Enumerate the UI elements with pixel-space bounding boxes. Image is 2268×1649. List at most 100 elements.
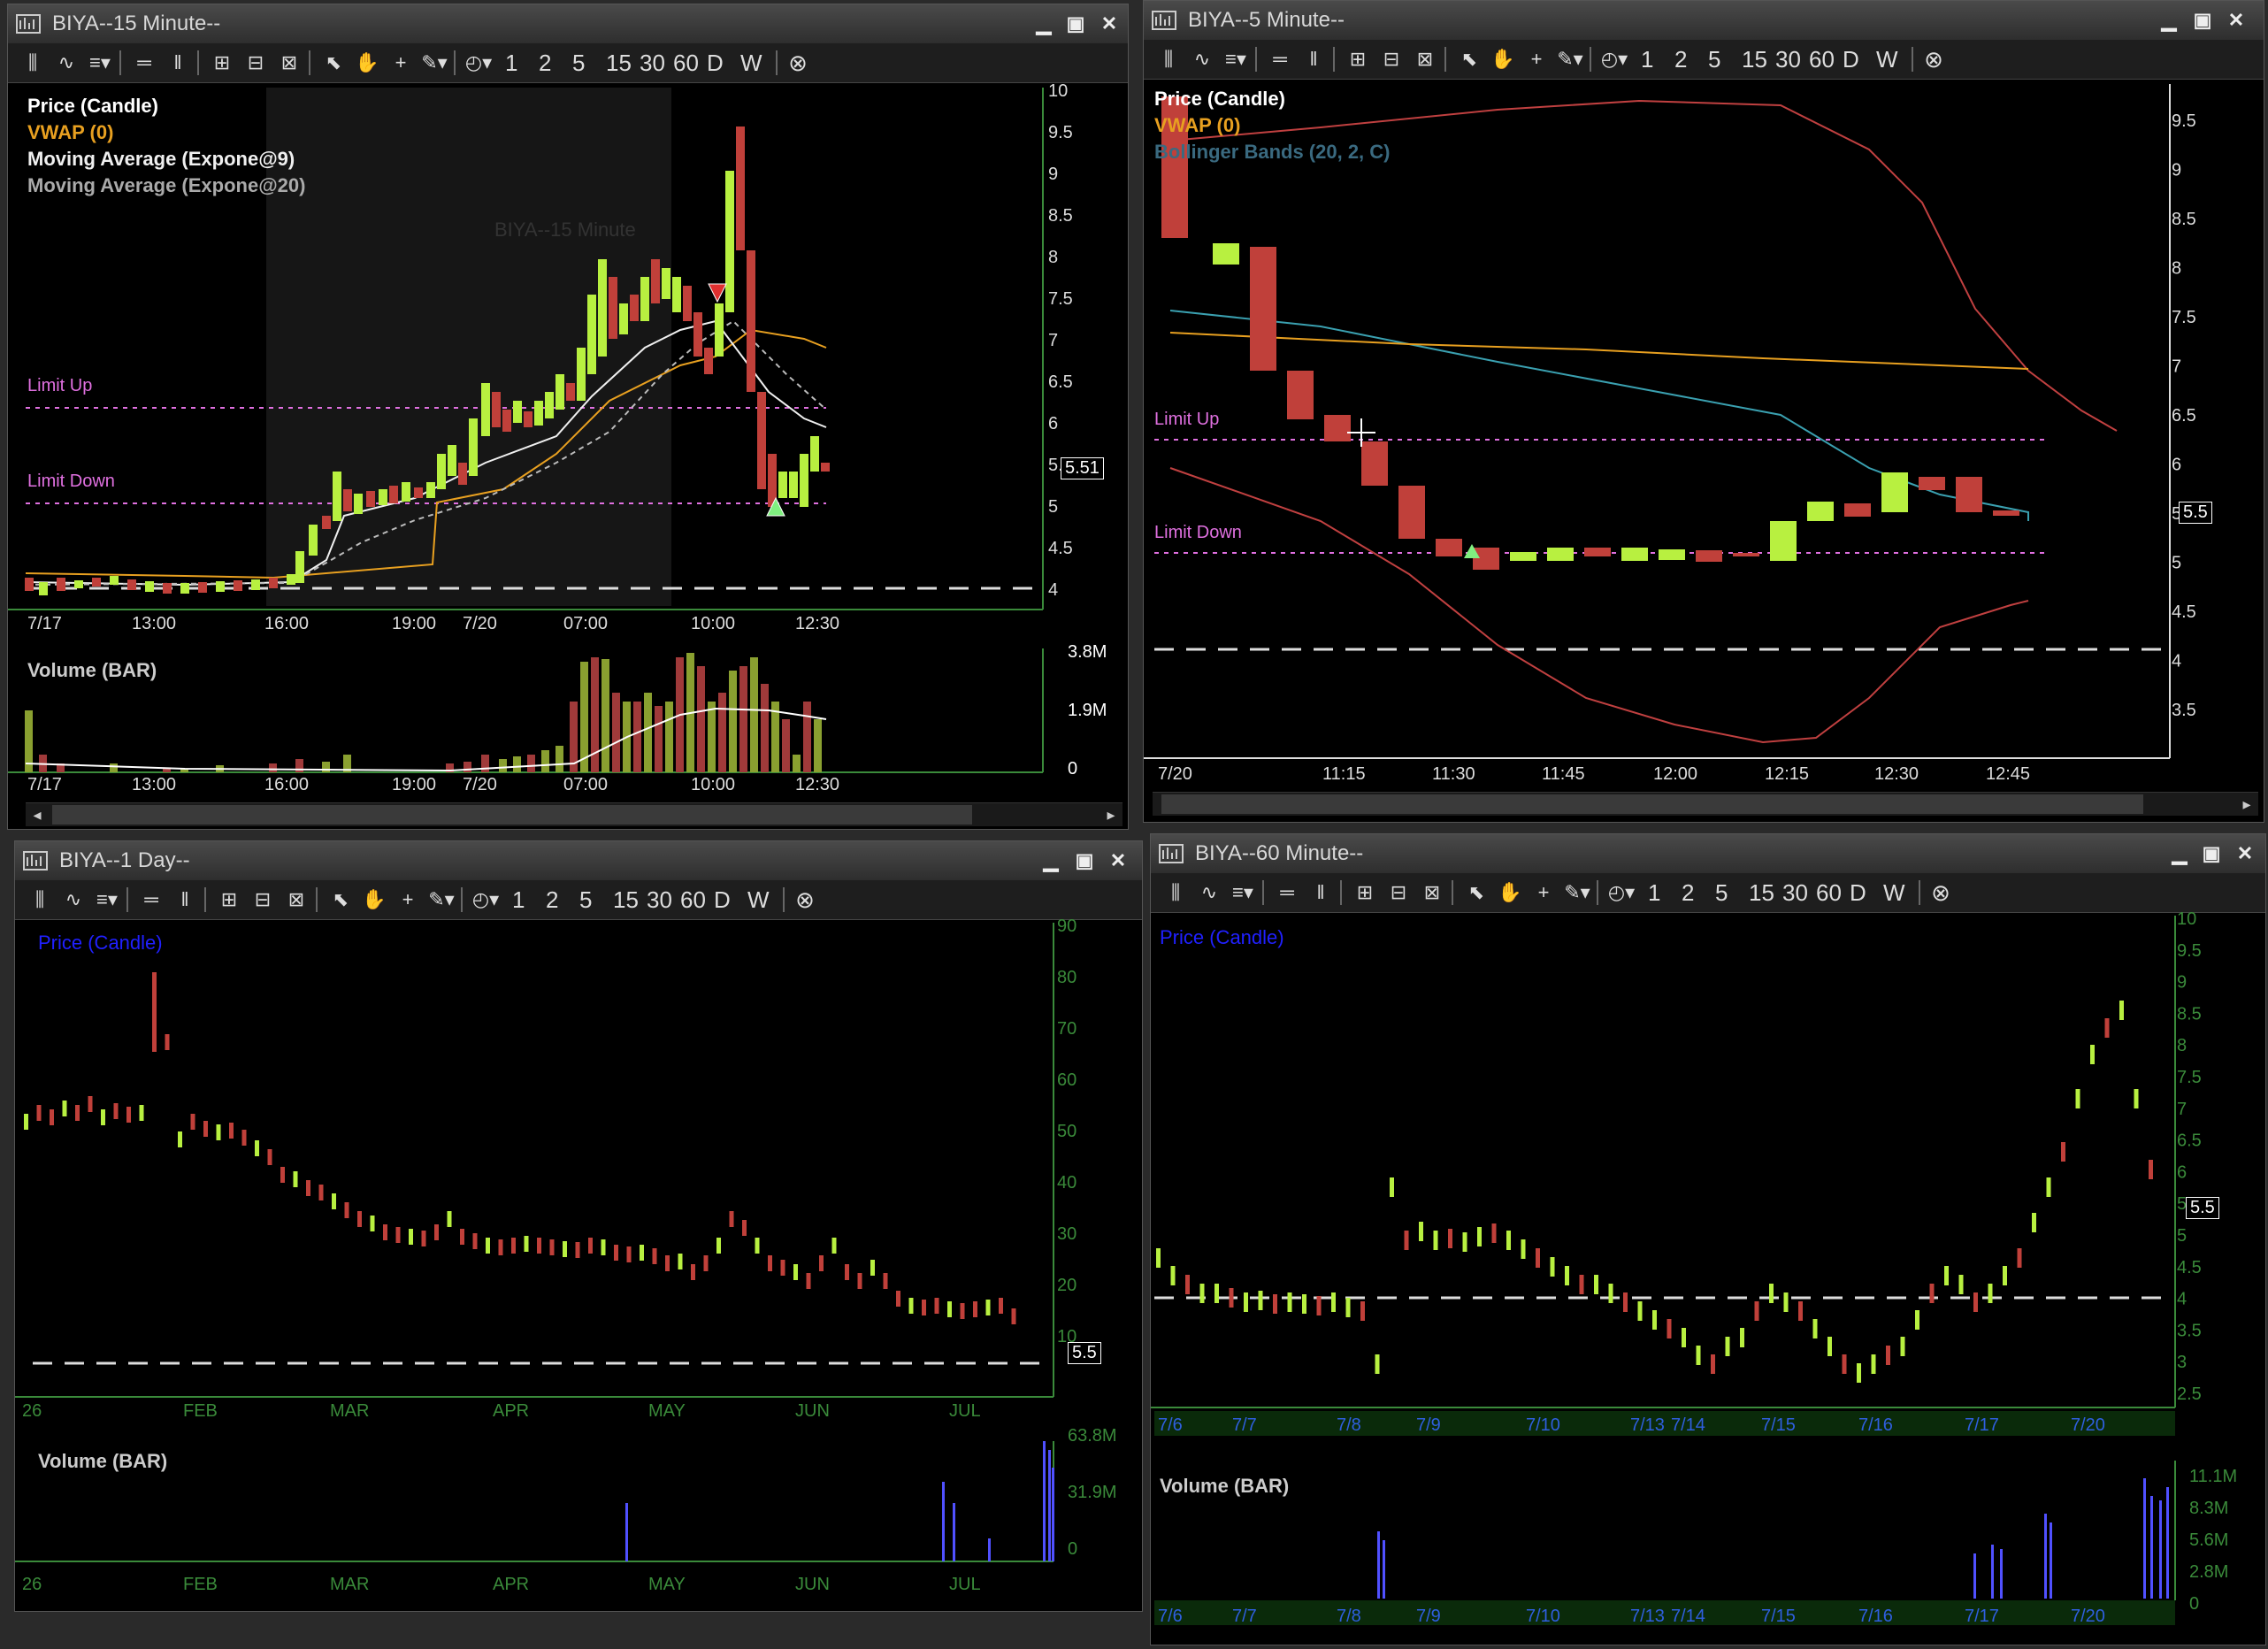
pencil-icon[interactable]: ✎▾ — [1561, 878, 1593, 907]
crosshair-icon[interactable]: + — [1521, 45, 1552, 73]
hand-icon[interactable]: ✋ — [1494, 878, 1526, 907]
period-button-60[interactable]: 60 — [673, 49, 699, 77]
vertical-lines-icon[interactable]: ‖ — [1298, 45, 1329, 73]
period-button-2[interactable]: 2 — [546, 886, 558, 914]
minimize-icon[interactable]: ▁ — [1039, 849, 1062, 872]
period-button-15[interactable]: 15 — [1742, 45, 1767, 73]
maximize-icon[interactable]: ▣ — [1064, 12, 1087, 35]
period-button-5[interactable]: 5 — [572, 49, 585, 77]
clock-icon[interactable]: ◴▾ — [470, 886, 502, 914]
pointer-icon[interactable]: ⬉ — [1453, 45, 1485, 73]
vertical-lines-icon[interactable]: ‖ — [162, 49, 194, 77]
line-style-icon[interactable]: ∿ — [57, 886, 89, 914]
period-button-w[interactable]: W — [1876, 45, 1898, 73]
period-button-w[interactable]: W — [1883, 878, 1905, 907]
scroll-thumb[interactable] — [1161, 794, 2143, 814]
scroll-left-icon[interactable]: ◂ — [26, 803, 49, 826]
period-button-2[interactable]: 2 — [1682, 878, 1694, 907]
period-button-60[interactable]: 60 — [680, 886, 706, 914]
pointer-icon[interactable]: ⬉ — [325, 886, 356, 914]
studies-icon[interactable]: ≡▾ — [84, 49, 116, 77]
horizontal-lines-icon[interactable]: ═ — [1264, 45, 1296, 73]
horizontal-lines-icon[interactable]: ═ — [128, 49, 160, 77]
cancel-circle-icon[interactable]: ⊗ — [785, 49, 811, 77]
titlebar-15-minute[interactable]: BIYA--15 Minute-- ▁ ▣ ✕ — [8, 4, 1128, 43]
crosshair-icon[interactable]: + — [392, 886, 424, 914]
zoom-reset-icon[interactable]: ⊠ — [280, 886, 312, 914]
crosshair-icon[interactable]: + — [1528, 878, 1559, 907]
minimize-icon[interactable]: ▁ — [1032, 12, 1055, 35]
period-button-30[interactable]: 30 — [640, 49, 665, 77]
hand-icon[interactable]: ✋ — [1487, 45, 1519, 73]
maximize-icon[interactable]: ▣ — [1073, 849, 1096, 872]
zoom-reset-icon[interactable]: ⊠ — [273, 49, 305, 77]
zoom-fit-icon[interactable]: ⊞ — [1349, 878, 1381, 907]
close-icon[interactable]: ✕ — [1098, 12, 1121, 35]
period-button-d[interactable]: D — [1843, 45, 1859, 73]
line-style-icon[interactable]: ∿ — [50, 49, 82, 77]
period-button-5[interactable]: 5 — [1708, 45, 1720, 73]
pencil-icon[interactable]: ✎▾ — [425, 886, 457, 914]
price-chart-5min[interactable]: 7/20 11:15 11:30 11:45 12:00 12:15 12:30 12:45 9… — [1144, 79, 2265, 824]
line-style-icon[interactable]: ∿ — [1193, 878, 1225, 907]
bar-chart-icon[interactable]: ⫼ — [24, 886, 56, 914]
period-button-d[interactable]: D — [1850, 878, 1866, 907]
scroll-thumb[interactable] — [52, 805, 972, 824]
bar-chart-icon[interactable]: ⫼ — [1153, 45, 1184, 73]
zoom-out-icon[interactable]: ⊟ — [1383, 878, 1414, 907]
pencil-icon[interactable]: ✎▾ — [1554, 45, 1586, 73]
bar-chart-icon[interactable]: ⫼ — [1160, 878, 1191, 907]
close-icon[interactable]: ✕ — [1107, 849, 1130, 872]
hand-icon[interactable]: ✋ — [351, 49, 383, 77]
period-button-d[interactable]: D — [714, 886, 731, 914]
zoom-out-icon[interactable]: ⊟ — [1375, 45, 1407, 73]
period-button-15[interactable]: 15 — [613, 886, 639, 914]
price-chart-daily[interactable]: 26 26 FEB FEB MAR MAR APR APR MAY MAY JUN JUN JUL JUL… — [15, 919, 1144, 1613]
minimize-icon[interactable]: ▁ — [2157, 9, 2180, 32]
zoom-fit-icon[interactable]: ⊞ — [1342, 45, 1374, 73]
period-button-60[interactable]: 60 — [1816, 878, 1842, 907]
period-button-15[interactable]: 15 — [1749, 878, 1774, 907]
zoom-reset-icon[interactable]: ⊠ — [1416, 878, 1448, 907]
horizontal-scrollbar[interactable]: ◂ ▸ — [26, 802, 1123, 826]
pointer-icon[interactable]: ⬉ — [1460, 878, 1492, 907]
hand-icon[interactable]: ✋ — [358, 886, 390, 914]
clock-icon[interactable]: ◴▾ — [463, 49, 494, 77]
horizontal-scrollbar[interactable]: ▸ — [1153, 792, 2258, 816]
period-button-1[interactable]: 1 — [1648, 878, 1660, 907]
horizontal-lines-icon[interactable]: ═ — [135, 886, 167, 914]
zoom-fit-icon[interactable]: ⊞ — [213, 886, 245, 914]
period-button-30[interactable]: 30 — [1775, 45, 1801, 73]
period-button-d[interactable]: D — [707, 49, 724, 77]
cancel-circle-icon[interactable]: ⊗ — [1920, 45, 1947, 73]
studies-icon[interactable]: ≡▾ — [1220, 45, 1252, 73]
maximize-icon[interactable]: ▣ — [2200, 842, 2223, 865]
period-button-1[interactable]: 1 — [1641, 45, 1653, 73]
line-style-icon[interactable]: ∿ — [1186, 45, 1218, 73]
studies-icon[interactable]: ≡▾ — [1227, 878, 1259, 907]
zoom-out-icon[interactable]: ⊟ — [240, 49, 272, 77]
vertical-lines-icon[interactable]: ‖ — [169, 886, 201, 914]
minimize-icon[interactable]: ▁ — [2168, 842, 2191, 865]
close-icon[interactable]: ✕ — [2234, 842, 2257, 865]
period-button-1[interactable]: 1 — [512, 886, 525, 914]
period-button-2[interactable]: 2 — [539, 49, 551, 77]
period-button-5[interactable]: 5 — [1715, 878, 1728, 907]
crosshair-icon[interactable]: + — [385, 49, 417, 77]
clock-icon[interactable]: ◴▾ — [1605, 878, 1637, 907]
zoom-out-icon[interactable]: ⊟ — [247, 886, 279, 914]
bar-chart-icon[interactable]: ⫼ — [17, 49, 49, 77]
price-chart-60min[interactable]: 7/6 7/6 7/7 7/7 7/8 7/8 7/9 7/9 7/10 7/10 7/13 7/13… — [1151, 912, 2267, 1646]
horizontal-lines-icon[interactable]: ═ — [1271, 878, 1303, 907]
titlebar-60-minute[interactable]: BIYA--60 Minute-- ▁ ▣ ✕ — [1151, 834, 2265, 873]
period-button-w[interactable]: W — [747, 886, 770, 914]
cancel-circle-icon[interactable]: ⊗ — [792, 886, 818, 914]
period-button-2[interactable]: 2 — [1674, 45, 1687, 73]
pencil-icon[interactable]: ✎▾ — [418, 49, 450, 77]
scroll-right-icon[interactable]: ▸ — [1100, 803, 1123, 826]
period-button-5[interactable]: 5 — [579, 886, 592, 914]
period-button-15[interactable]: 15 — [606, 49, 632, 77]
period-button-30[interactable]: 30 — [1782, 878, 1808, 907]
zoom-fit-icon[interactable]: ⊞ — [206, 49, 238, 77]
zoom-reset-icon[interactable]: ⊠ — [1409, 45, 1441, 73]
